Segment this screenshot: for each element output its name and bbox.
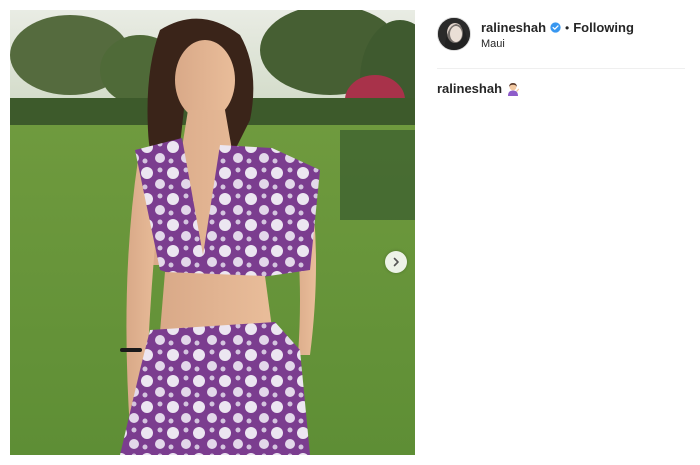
avatar[interactable]: [437, 17, 471, 51]
separator-dot: •: [565, 20, 570, 35]
caption-username-link[interactable]: ralineshah: [437, 81, 502, 96]
location-link[interactable]: Maui: [481, 38, 505, 50]
woman-tipping-hand-emoji-icon: [508, 82, 520, 96]
post-image: [10, 10, 415, 455]
next-photo-button[interactable]: [385, 251, 407, 273]
post-sidebar: ralineshah • Following Maui ralineshah: [425, 0, 700, 465]
verified-badge-icon: [550, 22, 561, 33]
post-header: ralineshah • Following Maui: [437, 15, 685, 69]
user-line: ralineshah • Following: [481, 20, 634, 35]
username-link[interactable]: ralineshah: [481, 20, 546, 35]
following-button[interactable]: Following: [573, 20, 634, 35]
post-caption: ralineshah: [437, 81, 520, 96]
chevron-right-icon: [393, 257, 399, 267]
instagram-post: ralineshah • Following Maui ralineshah: [0, 0, 700, 465]
avatar-image: [438, 18, 470, 50]
post-photo[interactable]: [10, 10, 415, 455]
